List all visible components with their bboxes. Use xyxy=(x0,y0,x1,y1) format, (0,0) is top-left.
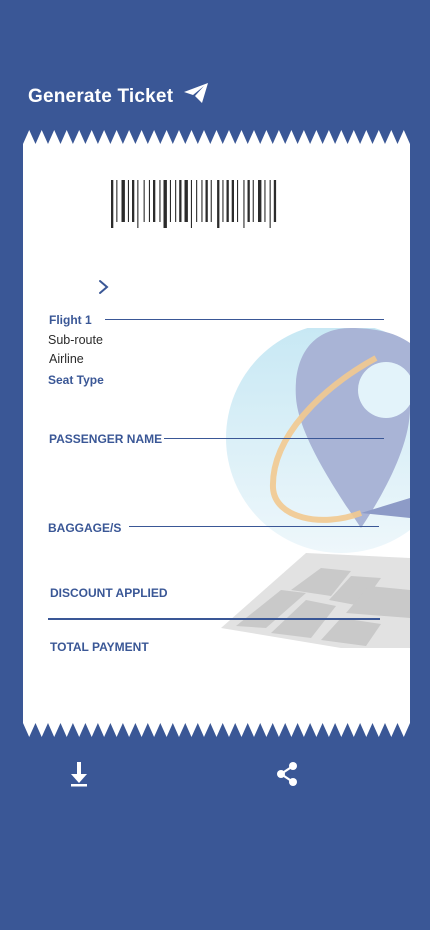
page-title: Generate Ticket xyxy=(28,86,174,107)
barcode xyxy=(111,180,277,228)
chevron-right-icon[interactable] xyxy=(97,279,111,295)
paper-plane-icon[interactable] xyxy=(183,82,209,104)
passenger-name-label: PASSENGER NAME xyxy=(49,432,163,446)
header: Generate Ticket xyxy=(28,83,209,108)
baggage-divider xyxy=(129,526,379,527)
flight-divider xyxy=(105,319,384,320)
sub-route-text: Sub-route xyxy=(48,333,103,347)
seat-type-label: Seat Type xyxy=(48,373,104,387)
share-icon xyxy=(277,762,297,786)
ticket-card: Flight 1 Sub-route Airline Seat Type PAS… xyxy=(23,130,410,737)
airline-text: Airline xyxy=(49,352,84,366)
discount-label: DISCOUNT APPLIED xyxy=(50,586,168,600)
share-button[interactable] xyxy=(270,757,304,791)
passenger-divider xyxy=(164,438,384,439)
download-arrow-icon xyxy=(71,762,87,787)
total-payment-label: TOTAL PAYMENT xyxy=(50,640,149,654)
baggage-label: BAGGAGE/S xyxy=(48,521,122,535)
flight-label: Flight 1 xyxy=(49,313,92,327)
download-button[interactable] xyxy=(62,757,96,791)
location-map-illustration xyxy=(221,328,410,648)
discount-divider xyxy=(48,618,380,620)
